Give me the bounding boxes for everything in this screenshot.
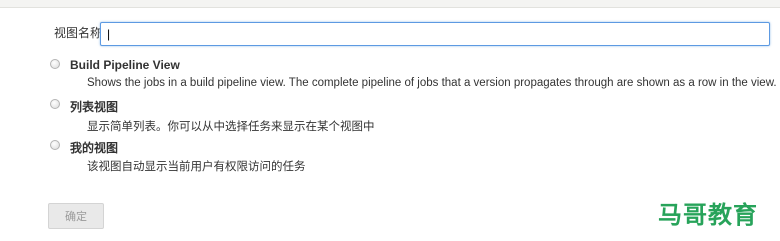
radio-my-view[interactable] [50, 140, 60, 150]
option-desc-list-view: 显示简单列表。你可以从中选择任务来显示在某个视图中 [87, 121, 375, 133]
top-header-strip [0, 0, 780, 8]
view-name-label: 视图名称 [54, 26, 103, 40]
view-name-input[interactable] [100, 22, 770, 46]
watermark-logo: 马哥教育 [658, 202, 758, 229]
option-desc-build-pipeline-view: Shows the jobs in a build pipeline view.… [87, 77, 777, 89]
option-title-build-pipeline-view: Build Pipeline View [70, 58, 180, 72]
radio-list-view[interactable] [50, 99, 60, 109]
option-title-list-view: 列表视图 [70, 100, 119, 114]
ok-button[interactable]: 确定 [48, 203, 104, 229]
radio-build-pipeline-view[interactable] [50, 59, 60, 69]
option-title-my-view: 我的视图 [70, 141, 119, 155]
option-desc-my-view: 该视图自动显示当前用户有权限访问的任务 [87, 161, 306, 173]
